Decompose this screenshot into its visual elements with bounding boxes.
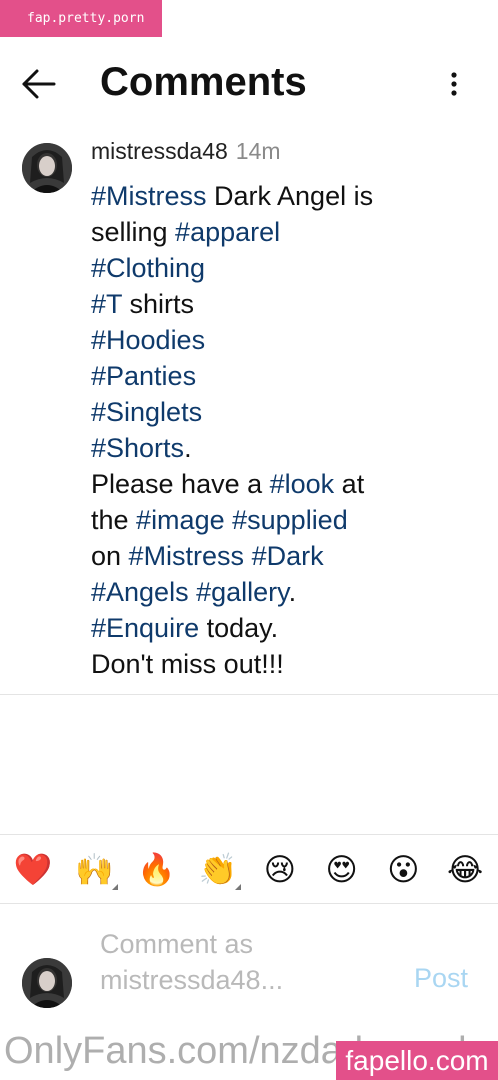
comment-line: #Angels #gallery. [91, 574, 451, 610]
comment-text-segment: Dark Angel is [206, 181, 374, 211]
comment-line: Don't miss out!!! [91, 646, 451, 682]
comment-text-segment [189, 577, 197, 607]
comment-text-segment: selling [91, 217, 176, 247]
comment-text-segment: Please have a [91, 469, 270, 499]
surprised-face-icon: 😮 [387, 852, 420, 887]
red-heart-icon: ❤️ [13, 852, 53, 887]
comment-input-placeholder-line2: mistressda48... [100, 965, 284, 995]
comment-input[interactable]: Comment as mistressda48... [100, 926, 283, 998]
divider [0, 834, 498, 835]
emoji-tears-of-joy-button[interactable]: 😂 [440, 850, 490, 890]
raising-hands-icon: 🙌 [75, 852, 114, 887]
emoji-surprised-face-button[interactable]: 😮 [378, 850, 428, 890]
comment-line: #Panties [91, 358, 451, 394]
clapping-hands-icon: 👏 [198, 852, 238, 887]
comment-text-segment: . [184, 433, 192, 463]
hashtag-link[interactable]: #Hoodies [91, 325, 205, 355]
comment-line: the #image #supplied [91, 502, 451, 538]
hashtag-link[interactable]: #Mistress [91, 181, 207, 211]
comment-text-segment [225, 505, 233, 535]
hashtag-link[interactable]: #supplied [232, 505, 348, 535]
comment-input-placeholder-line1: Comment as [100, 929, 254, 959]
comment-header: mistressda48 14m [91, 138, 281, 165]
emoji-crying-face-button[interactable]: 😢 [255, 850, 305, 890]
comment-text-segment: today. [199, 613, 279, 643]
skin-tone-indicator-icon [111, 884, 118, 890]
header: Comments [0, 50, 498, 120]
comment-text-segment: the [91, 505, 137, 535]
hashtag-link[interactable]: #Enquire [91, 613, 199, 643]
composer-avatar [22, 958, 72, 1008]
comment-text-segment [244, 541, 252, 571]
hashtag-link[interactable]: #Singlets [91, 397, 202, 427]
emoji-quick-bar: ❤️ 🙌 🔥 👏 😢 😍 😮 😂 [0, 840, 498, 900]
more-options-button[interactable] [443, 70, 465, 100]
avatar-image [22, 143, 72, 193]
comment-line: #Hoodies [91, 322, 451, 358]
hashtag-link[interactable]: #Panties [91, 361, 196, 391]
comment-line: #Enquire today. [91, 610, 451, 646]
emoji-clapping-hands-button[interactable]: 👏 [193, 850, 243, 890]
back-button[interactable] [20, 67, 58, 101]
comment-line: #Clothing [91, 250, 451, 286]
emoji-heart-eyes-button[interactable]: 😍 [317, 850, 367, 890]
hashtag-link[interactable]: #gallery [196, 577, 289, 607]
comment-text-segment: shirts [122, 289, 195, 319]
emoji-fire-button[interactable]: 🔥 [131, 850, 181, 890]
hashtag-link[interactable]: #Dark [252, 541, 324, 571]
hashtag-link[interactable]: #Clothing [91, 253, 205, 283]
comment-line: #T shirts [91, 286, 451, 322]
more-vertical-icon [451, 72, 457, 96]
comment-text-segment: at [334, 469, 365, 499]
avatar[interactable] [22, 143, 72, 193]
comment-line: #Singlets [91, 394, 451, 430]
comment-text-segment: on [91, 541, 129, 571]
emoji-red-heart-button[interactable]: ❤️ [8, 850, 58, 890]
divider [0, 694, 498, 695]
comment-line: #Mistress Dark Angel is [91, 178, 451, 214]
comment-time: 14m [235, 138, 281, 164]
hashtag-link[interactable]: #image [136, 505, 225, 535]
fire-icon: 🔥 [137, 852, 176, 887]
heart-eyes-icon: 😍 [325, 852, 358, 887]
skin-tone-indicator-icon [235, 884, 242, 890]
hashtag-link[interactable]: #look [270, 469, 335, 499]
divider [0, 903, 498, 904]
hashtag-link[interactable]: #Shorts [91, 433, 184, 463]
comment-text-segment: Don't miss out!!! [91, 649, 284, 679]
comment-line: Please have a #look at [91, 466, 451, 502]
arrow-left-icon [22, 69, 56, 99]
emoji-raising-hands-button[interactable]: 🙌 [70, 850, 120, 890]
comment-line: on #Mistress #Dark [91, 538, 451, 574]
watermark-badge: fapello.com [336, 1041, 498, 1080]
page-title: Comments [100, 60, 307, 104]
comment-line: #Shorts. [91, 430, 451, 466]
crying-face-icon: 😢 [263, 852, 297, 887]
hashtag-link[interactable]: #T [91, 289, 122, 319]
post-button[interactable]: Post [414, 963, 468, 994]
comment-text: #Mistress Dark Angel is selling #apparel #… [91, 178, 451, 682]
comment-username[interactable]: mistressda48 [91, 138, 228, 164]
avatar-image [22, 958, 72, 1008]
watermark-top: fap.pretty.porn [0, 0, 162, 37]
comment-line: selling #apparel [91, 214, 451, 250]
tears-of-joy-icon: 😂 [447, 852, 484, 887]
hashtag-link[interactable]: #apparel [175, 217, 280, 247]
comment-text-segment: . [288, 577, 297, 607]
hashtag-link[interactable]: #Mistress [129, 541, 245, 571]
hashtag-link[interactable]: #Angels [91, 577, 189, 607]
